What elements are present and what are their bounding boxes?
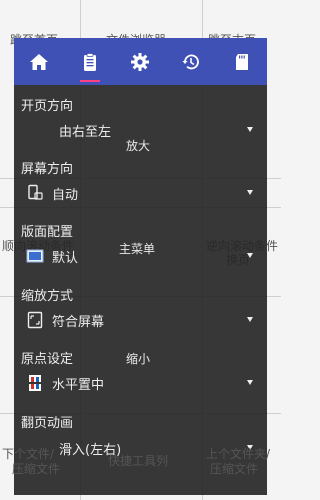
clipboard-icon	[83, 52, 96, 71]
origin-title: 原点设定	[21, 352, 74, 367]
page-animation-title: 翻页动画	[21, 416, 74, 431]
screen-orientation-value: 自动	[52, 187, 79, 203]
history-icon	[182, 54, 199, 69]
zone-label-next-file-archive: 压缩文件	[12, 462, 61, 476]
dropdown-arrow-icon	[247, 190, 253, 195]
zoom-mode-value: 符合屏幕	[52, 314, 105, 330]
page-direction-title: 开页方向	[21, 99, 74, 114]
page-direction-value: 由右至左	[59, 124, 112, 140]
gear-icon	[131, 52, 150, 71]
layout-value: 默认	[52, 250, 79, 266]
layout-default-icon	[26, 247, 44, 265]
zone-label-zoom-in[interactable]: 放大	[126, 137, 150, 154]
zoom-mode-select[interactable]: 符合屏幕	[21, 307, 261, 333]
zoom-mode-title: 缩放方式	[21, 289, 74, 304]
sd-card-icon	[235, 53, 248, 70]
screen-orientation-select[interactable]: 自动	[21, 180, 261, 206]
zone-label-main-menu[interactable]: 主菜单	[119, 240, 155, 257]
dropdown-arrow-icon	[247, 253, 253, 258]
screen-orientation-title: 屏幕方向	[21, 162, 74, 177]
zone-label-zoom-out[interactable]: 缩小	[126, 350, 150, 367]
zone-label-prev-folder-archive: 压缩文件	[210, 462, 259, 476]
tab-settings[interactable]	[115, 38, 166, 85]
tab-bar	[14, 38, 267, 85]
layout-title: 版面配置	[21, 225, 74, 240]
phone-rotate-icon	[26, 184, 44, 202]
dropdown-arrow-icon	[247, 380, 253, 385]
tab-reading-settings[interactable]	[65, 38, 116, 85]
fit-screen-icon	[26, 311, 44, 329]
tab-home[interactable]	[14, 38, 65, 85]
origin-select[interactable]: 水平置中	[21, 370, 261, 396]
home-icon	[30, 53, 49, 70]
tab-history[interactable]	[166, 38, 217, 85]
zone-label-quick-toolbar[interactable]: 快捷工具列	[108, 452, 168, 469]
tab-storage[interactable]	[216, 38, 267, 85]
dropdown-arrow-icon	[247, 317, 253, 322]
horizontal-center-icon	[26, 374, 44, 392]
origin-value: 水平置中	[52, 377, 105, 393]
reader-settings-dialog: 开页方向 由右至左 屏幕方向 自动 版面配置 默认 缩放方式 符合屏幕 原点设定…	[14, 38, 267, 495]
dropdown-arrow-icon	[247, 127, 253, 132]
